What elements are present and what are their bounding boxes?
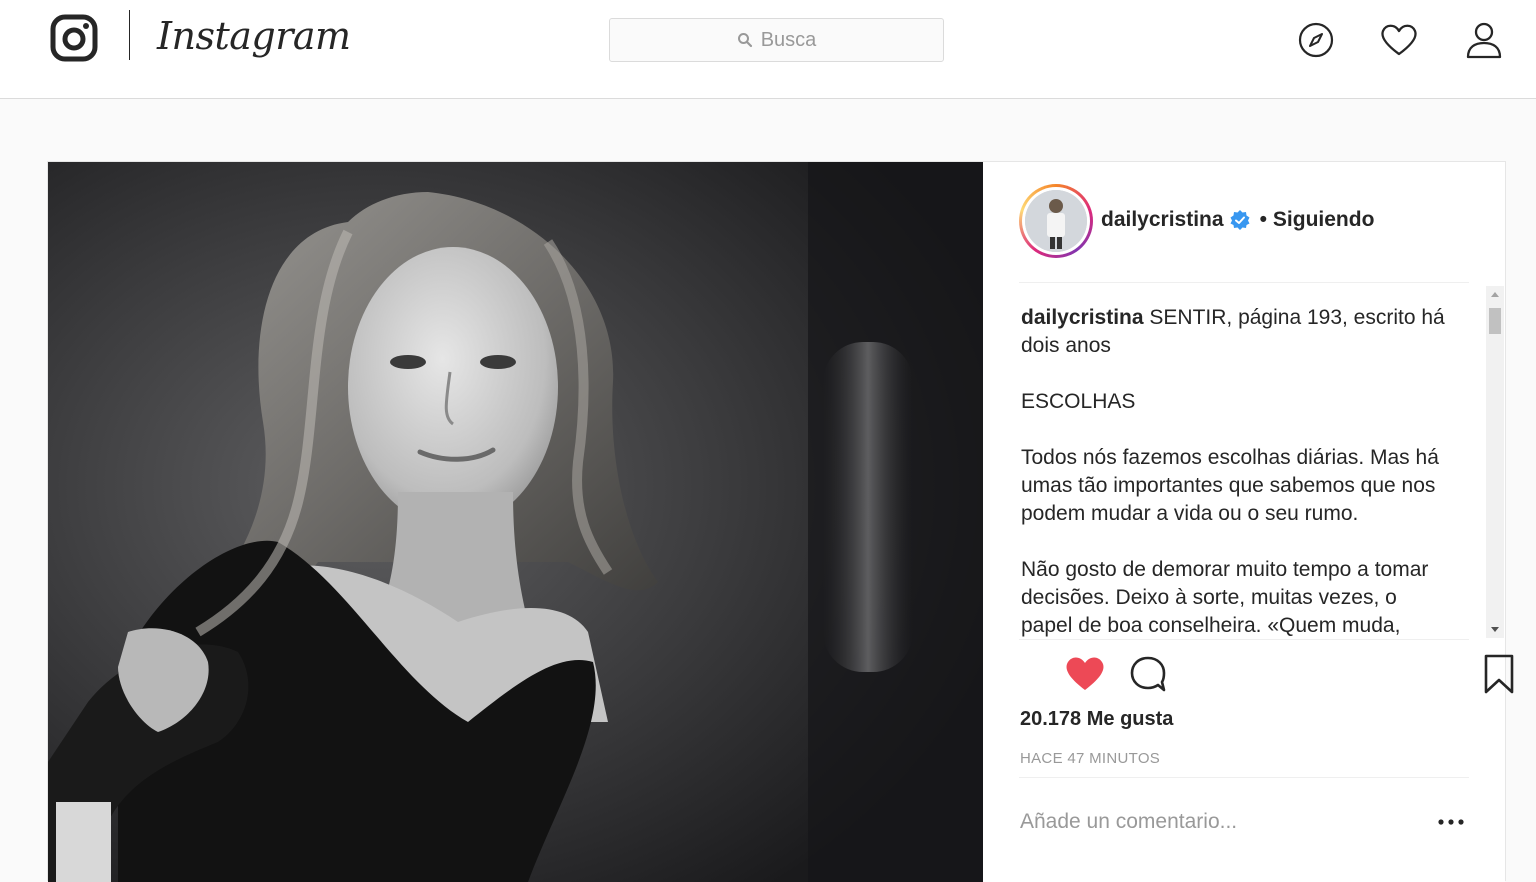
post-photo[interactable] — [48, 162, 983, 882]
top-nav: Instagram Busca — [0, 0, 1536, 99]
post-header: dailycristina • Siguiendo — [1019, 182, 1469, 283]
caption-username-link[interactable]: dailycristina — [1021, 306, 1144, 329]
instagram-camera-icon[interactable] — [50, 14, 98, 62]
activity-heart-icon[interactable] — [1379, 20, 1419, 60]
likes-count[interactable]: 20.178 Me gusta — [1020, 708, 1173, 731]
profile-user-icon[interactable] — [1464, 20, 1504, 60]
avatar[interactable] — [1019, 184, 1093, 258]
caption-area[interactable]: dailycristina SENTIR, página 193, escrit… — [1019, 284, 1509, 639]
search-input[interactable]: Busca — [609, 18, 944, 62]
explore-compass-icon[interactable] — [1296, 20, 1336, 60]
verified-badge-icon — [1230, 210, 1250, 230]
instagram-wordmark[interactable]: Instagram — [157, 8, 351, 64]
caption-text: dailycristina SENTIR, página 193, escrit… — [1021, 304, 1451, 639]
scroll-down-arrow-icon[interactable] — [1486, 620, 1504, 638]
following-button[interactable]: Siguiendo — [1273, 208, 1375, 232]
search-icon — [737, 32, 753, 48]
actions-divider — [1019, 639, 1469, 640]
separator-dot: • — [1259, 208, 1267, 231]
caption-scrollbar[interactable] — [1486, 286, 1504, 638]
search-placeholder: Busca — [760, 28, 817, 51]
scroll-up-arrow-icon[interactable] — [1486, 286, 1504, 304]
post-sidebar: dailycristina • Siguiendo dailycristina … — [983, 162, 1514, 882]
header-line: dailycristina • Siguiendo — [1101, 208, 1374, 232]
post-timestamp[interactable]: HACE 47 MINUTOS — [1020, 750, 1160, 767]
caption-body: SENTIR, página 193, escrito há dois anos… — [1021, 306, 1445, 637]
comment-bubble-icon[interactable] — [1128, 654, 1168, 694]
comment-input[interactable] — [1020, 804, 1420, 840]
logo-divider — [129, 10, 130, 60]
like-heart-icon[interactable] — [1065, 654, 1105, 694]
comment-divider — [1019, 777, 1469, 778]
scrollbar-thumb[interactable] — [1489, 308, 1501, 334]
save-bookmark-icon[interactable] — [1479, 654, 1519, 694]
username-link[interactable]: dailycristina — [1101, 208, 1224, 232]
post-card: dailycristina • Siguiendo dailycristina … — [47, 161, 1514, 882]
more-options-icon[interactable] — [1433, 810, 1469, 834]
